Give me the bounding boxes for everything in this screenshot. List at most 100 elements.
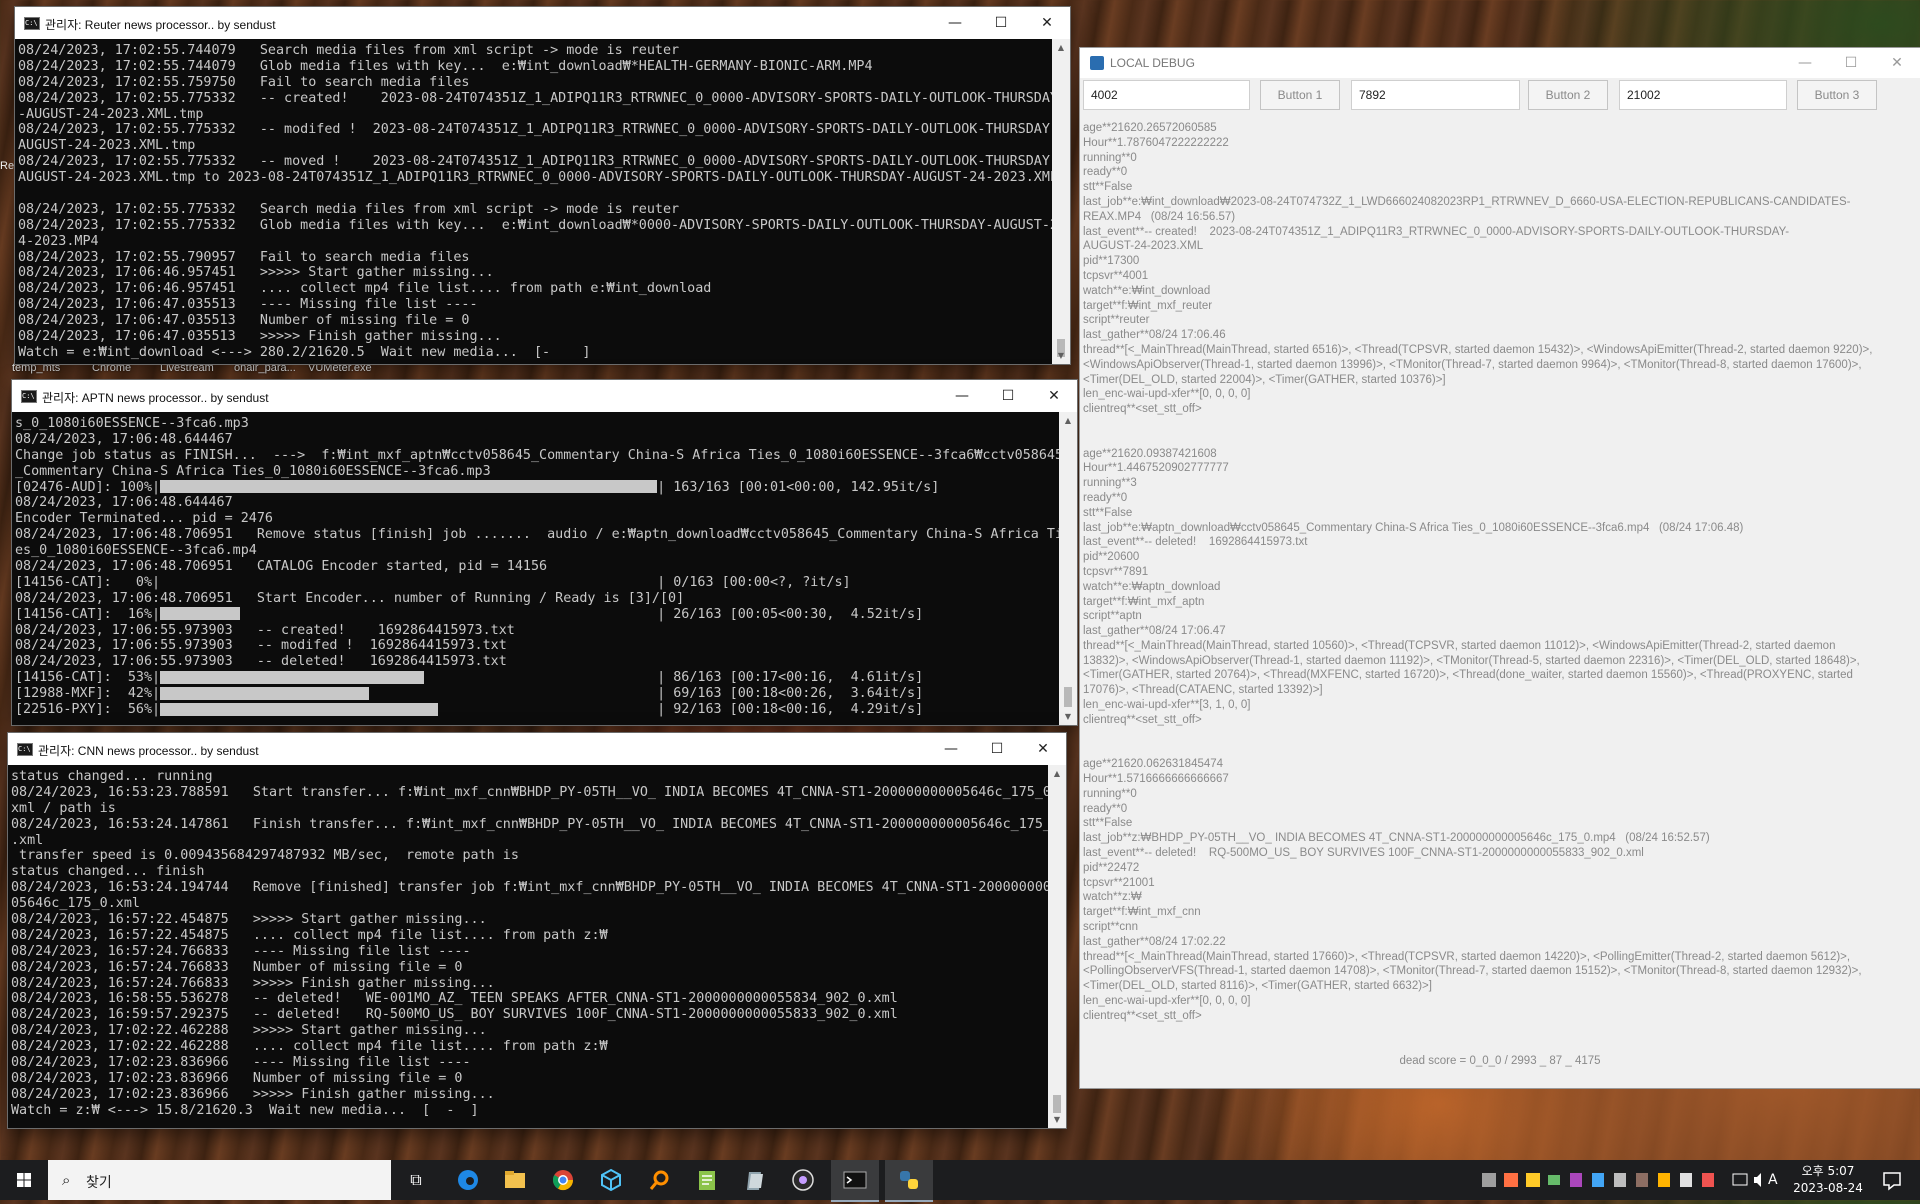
debug-log-line: stt**False xyxy=(1083,181,1133,194)
debug-log-line: last_event**-- deleted! RQ-500MO_US_ BOY… xyxy=(1083,847,1644,860)
chrome-icon[interactable] xyxy=(543,1160,583,1200)
console-line: 08/24/2023, 16:53:24.194744 Remove [fini… xyxy=(11,880,1048,896)
debug-log-line: last_gather**08/24 17:06.46 xyxy=(1083,329,1226,342)
console-line: es_0_1080i60ESSENCE--3fca6.mp4 xyxy=(15,543,257,559)
task-view-icon[interactable]: ⧉ xyxy=(400,1160,432,1200)
console-line: 08/24/2023, 17:06:47.035513 Number of mi… xyxy=(18,313,470,329)
vertical-scrollbar[interactable]: ▲ ▼ xyxy=(1052,39,1070,364)
button-3[interactable]: Button 3 xyxy=(1797,80,1877,110)
debug-log-line: ready**0 xyxy=(1083,491,1128,504)
maximize-button[interactable]: ☐ xyxy=(978,7,1024,39)
edge-icon[interactable] xyxy=(448,1160,488,1200)
maximize-button[interactable]: ☐ xyxy=(985,380,1031,412)
progress-suffix: | 26/163 [00:05<00:30, 4.52it/s] xyxy=(657,606,924,622)
debug-log-line: last_job**e:₩aptn_download₩cctv058645_Co… xyxy=(1083,521,1744,534)
start-button[interactable] xyxy=(0,1160,48,1200)
desktop-clip-text: Re xyxy=(0,160,15,172)
local-debug-window[interactable]: LOCAL DEBUG — ☐ ✕ 4002 Button 1 7892 But… xyxy=(1080,48,1920,1088)
scroll-up-arrow-icon[interactable]: ▲ xyxy=(1052,39,1070,56)
debug-log-line: Hour**1.7876047222222222 xyxy=(1083,136,1229,149)
console-line: transfer speed is 0.009435684297487932 M… xyxy=(11,848,519,864)
console-line: 08/24/2023, 17:06:47.035513 ---- Missing… xyxy=(18,297,478,313)
title-bar[interactable]: C:\ 관리자: APTN news processor.. by sendus… xyxy=(12,380,1077,412)
network-volume-icons[interactable] xyxy=(1730,1160,1770,1200)
debug-log-line: last_job**z:₩BHDP_PY-05TH__VO_ INDIA BEC… xyxy=(1083,832,1710,845)
scroll-up-arrow-icon[interactable]: ▲ xyxy=(1048,765,1066,782)
notification-icon[interactable] xyxy=(1872,1160,1912,1200)
console-line: 08/24/2023, 17:02:23.836966 >>>>> Finish… xyxy=(11,1086,495,1102)
console-icon: C:\ xyxy=(24,17,40,30)
button-1[interactable]: Button 1 xyxy=(1260,80,1340,110)
taskbar-clock[interactable]: 오후 5:07 2023-08-24 xyxy=(1792,1163,1864,1197)
progress-bar-fill xyxy=(160,670,424,684)
file-tool-icon[interactable] xyxy=(735,1160,775,1200)
console-line: 08/24/2023, 16:57:22.454875 >>>>> Start … xyxy=(11,912,487,928)
vertical-scrollbar[interactable]: ▲ ▼ xyxy=(1048,765,1066,1128)
console-line: 08/24/2023, 16:57:22.454875 .... collect… xyxy=(11,927,608,943)
clock-date: 2023-08-24 xyxy=(1793,1181,1863,1195)
debug-log: age**21620.26572060585 Hour**1.7876047222… xyxy=(1083,121,1915,1024)
notepad-plus-icon[interactable] xyxy=(687,1160,727,1200)
debug-log-line: script**cnn xyxy=(1083,921,1138,934)
console-line: 08/24/2023, 17:02:23.836966 Number of mi… xyxy=(11,1070,463,1086)
console-line: 08/24/2023, 17:02:55.744079 Glob media f… xyxy=(18,58,873,74)
progress-prefix: [12988-MXF]: 42%| xyxy=(15,686,161,702)
minimize-button[interactable]: — xyxy=(928,733,974,765)
close-button[interactable]: ✕ xyxy=(1024,7,1070,39)
scroll-down-arrow-icon[interactable]: ▼ xyxy=(1052,347,1070,364)
progress-bar xyxy=(160,480,658,494)
close-button[interactable]: ✕ xyxy=(1020,733,1066,765)
debug-log-line: stt**False xyxy=(1083,506,1133,519)
debug-log-line: thread**[<_MainThread(MainThread, starte… xyxy=(1083,639,1836,652)
app-icon xyxy=(1090,56,1104,70)
debug-log-line: ready**0 xyxy=(1083,802,1128,815)
console-line: 08/24/2023, 17:06:48.706951 CATALOG Enco… xyxy=(15,559,548,575)
search-tool-icon[interactable] xyxy=(639,1160,679,1200)
debug-log-line: running**3 xyxy=(1083,477,1137,490)
obs-icon[interactable] xyxy=(783,1160,823,1200)
title-bar[interactable]: LOCAL DEBUG — ☐ ✕ xyxy=(1080,48,1920,78)
aptn-console-window[interactable]: C:\ 관리자: APTN news processor.. by sendus… xyxy=(12,380,1077,725)
3d-box-icon[interactable] xyxy=(591,1160,631,1200)
close-button[interactable]: ✕ xyxy=(1874,48,1920,78)
python-icon[interactable] xyxy=(885,1160,933,1202)
title-bar[interactable]: C:\ 관리자: Reuter news processor.. by send… xyxy=(15,7,1070,39)
system-tray[interactable] xyxy=(1478,1160,1728,1200)
progress-bar xyxy=(160,670,657,684)
vertical-scrollbar[interactable]: ▲ ▼ xyxy=(1059,412,1077,725)
progress-line: [14156-CAT]: 53%| | 86/163 [00:17<00:16, … xyxy=(15,670,1059,686)
console-line: 08/24/2023, 17:06:48.644467 xyxy=(15,495,233,511)
console-line: 08/24/2023, 17:02:55.775332 Glob media f… xyxy=(18,217,1052,233)
taskbar-search-box[interactable]: ⌕ 찾기 xyxy=(48,1160,391,1200)
maximize-button[interactable]: ☐ xyxy=(1828,48,1874,78)
debug-log-line: age**21620.09387421608 xyxy=(1083,447,1217,460)
terminal-icon[interactable] xyxy=(831,1160,879,1202)
button-2[interactable]: Button 2 xyxy=(1528,80,1608,110)
progress-bar xyxy=(160,686,657,700)
progress-line: [22516-PXY]: 56%| | 92/163 [00:18<00:16, … xyxy=(15,702,1059,718)
close-button[interactable]: ✕ xyxy=(1031,380,1077,412)
port-field-1[interactable]: 4002 xyxy=(1083,80,1250,110)
console-line: _Commentary China-S Africa Ties_0_1080i6… xyxy=(15,463,491,479)
scroll-up-arrow-icon[interactable]: ▲ xyxy=(1059,412,1077,429)
scroll-down-arrow-icon[interactable]: ▼ xyxy=(1059,708,1077,725)
debug-log-line: clientreq**<set_stt_off> xyxy=(1083,403,1202,416)
console-line: 08/24/2023, 16:57:24.766833 >>>>> Finish… xyxy=(11,975,495,991)
file-explorer-icon[interactable] xyxy=(495,1160,535,1200)
ime-indicator[interactable]: A xyxy=(1768,1160,1788,1200)
cnn-console-window[interactable]: C:\ 관리자: CNN news processor.. by sendust… xyxy=(8,733,1066,1128)
port-field-3[interactable]: 21002 xyxy=(1619,80,1787,110)
progress-prefix: [22516-PXY]: 56%| xyxy=(15,702,161,718)
minimize-button[interactable]: — xyxy=(1782,48,1828,78)
debug-log-line: script**reuter xyxy=(1083,314,1150,327)
scrollbar-thumb[interactable] xyxy=(1064,687,1072,707)
maximize-button[interactable]: ☐ xyxy=(974,733,1020,765)
minimize-button[interactable]: — xyxy=(932,7,978,39)
scroll-down-arrow-icon[interactable]: ▼ xyxy=(1048,1111,1066,1128)
reuter-console-window[interactable]: C:\ 관리자: Reuter news processor.. by send… xyxy=(15,7,1070,364)
minimize-button[interactable]: — xyxy=(939,380,985,412)
port-field-2[interactable]: 7892 xyxy=(1351,80,1520,110)
console-line: 08/24/2023, 16:57:24.766833 Number of mi… xyxy=(11,959,463,975)
window-title: LOCAL DEBUG xyxy=(1110,56,1195,70)
title-bar[interactable]: C:\ 관리자: CNN news processor.. by sendust… xyxy=(8,733,1066,765)
